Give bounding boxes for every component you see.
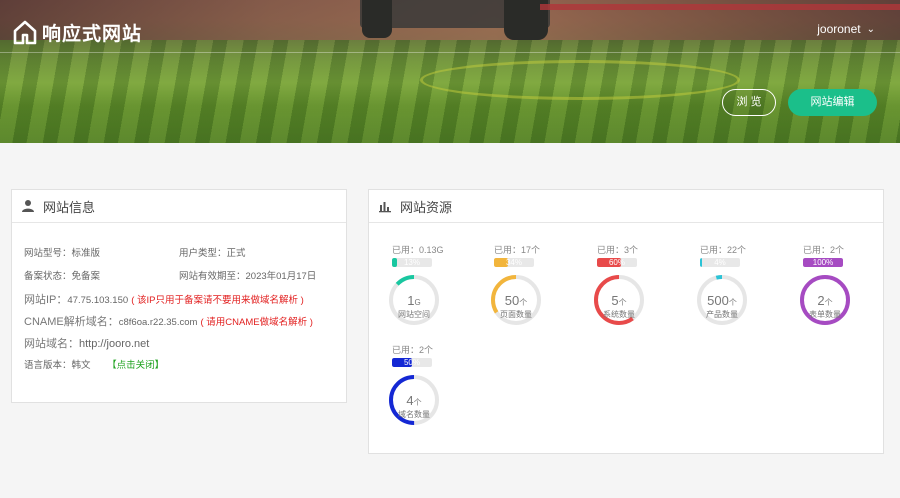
hero-banner: 响应式网站 jooronet ⌄ 浏 览 网站编辑 (0, 0, 900, 143)
resource-percent-text: 100% (812, 258, 834, 267)
resource-total-unit: G (414, 298, 421, 307)
site-type-label: 网站型号： (24, 248, 72, 259)
resource-item: 已用：3个 60% 5个 系统数量 (594, 243, 677, 343)
resource-progress-bar: 50% (392, 358, 432, 367)
domain-label: 网站域名： (24, 338, 79, 350)
resource-total-value: 5个 (592, 294, 646, 310)
banner-sprayer-boom (540, 4, 900, 10)
resource-label: 页面数量 (500, 310, 532, 319)
ip-label: 网站IP： (24, 294, 68, 306)
banner-tractor-wheel (362, 0, 392, 38)
ip-row: 网站IP：47.75.103.150 ( 该IP只用于备案请不要用来做域名解析 … (24, 291, 304, 307)
resource-total-unit: 个 (519, 298, 528, 307)
user-type-label: 用户类型： (179, 248, 227, 259)
icp-row: 备案状态：免备案 (24, 268, 100, 282)
resource-total-value: 500个 (695, 294, 749, 310)
site-resources-panel: 网站资源 已用：0.13G 13% 1G 网站空间 已用：17个 34% 50个 页面数量 已用… (368, 189, 884, 454)
ip-value: 47.75.103.150 (67, 295, 129, 306)
resource-used-text: 已用：2个 (803, 245, 845, 255)
resource-total-unit: 个 (824, 298, 833, 307)
domain-row: 网站域名：http://jooro.net (24, 335, 149, 351)
expire-value: 2023年01月17日 (245, 271, 317, 282)
resource-total-value: 4个 (387, 394, 441, 410)
resource-progress-bar: 13% (392, 258, 432, 267)
user-type-row: 用户类型：正式 (179, 245, 246, 259)
resource-percent-text: 34% (505, 258, 522, 267)
cname-row: CNAME解析域名：c8f6oa.r22.35.com ( 请用CNAME做域名… (24, 313, 313, 329)
cname-label: CNAME解析域名： (24, 316, 119, 328)
resource-used-text: 已用：0.13G (392, 245, 444, 255)
resource-used-text: 已用：17个 (494, 245, 541, 255)
user-name: jooronet (817, 22, 861, 36)
resource-total-number: 2 (817, 293, 825, 308)
resource-total-number: 50 (504, 293, 520, 308)
site-logo[interactable]: 响应式网站 (12, 18, 142, 46)
resource-item: 已用：2个 100% 2个 表单数量 (800, 243, 883, 343)
ip-note: ( 该IP只用于备案请不要用来做域名解析 ) (131, 295, 304, 306)
resource-total-unit: 个 (413, 398, 422, 407)
header-divider (0, 52, 900, 53)
language-label: 语言版本： (24, 360, 72, 371)
domain-value[interactable]: http://jooro.net (79, 338, 149, 350)
resource-label: 域名数量 (398, 410, 430, 419)
resource-progress-bar: 4% (700, 258, 740, 267)
resource-percent-text: 4% (714, 258, 726, 267)
cname-note: ( 请用CNAME做域名解析 ) (200, 317, 313, 328)
site-info-panel: 网站信息 网站型号：标准版 用户类型：正式 备案状态：免备案 网站有效期至：20… (11, 189, 347, 403)
resource-total-number: 500 (707, 293, 729, 308)
resource-percent-text: 60% (608, 258, 625, 267)
user-type-value: 正式 (226, 248, 246, 259)
language-close-link[interactable]: 【点击关闭】 (107, 360, 164, 371)
resource-percent-text: 13% (403, 258, 420, 267)
logo-text: 响应式网站 (42, 23, 143, 45)
cname-value: c8f6oa.r22.35.com (118, 317, 198, 328)
resource-label: 系统数量 (603, 310, 635, 319)
expire-row: 网站有效期至：2023年01月17日 (179, 268, 316, 282)
resource-total-value: 2个 (798, 294, 852, 310)
resource-used-text: 已用：3个 (597, 245, 639, 255)
resource-total-value: 50个 (489, 294, 543, 310)
resource-item: 已用：17个 34% 50个 页面数量 (491, 243, 574, 343)
icp-label: 备案状态： (24, 271, 72, 282)
edit-site-button[interactable]: 网站编辑 (788, 89, 877, 116)
site-type-value: 标准版 (71, 248, 101, 259)
expire-label: 网站有效期至： (179, 271, 246, 282)
resource-progress-bar: 60% (597, 258, 637, 267)
resource-total-unit: 个 (618, 298, 627, 307)
browse-button[interactable]: 浏 览 (722, 89, 776, 116)
banner-track (420, 60, 740, 100)
site-info-header: 网站信息 (12, 190, 346, 223)
resource-item: 已用：0.13G 13% 1G 网站空间 (389, 243, 472, 343)
resource-used-text: 已用：22个 (700, 245, 747, 255)
resource-progress-bar: 34% (494, 258, 534, 267)
resource-progress-bar: 100% (803, 258, 843, 267)
resource-total-number: 1 (407, 293, 415, 308)
resource-total-value: 1G (387, 294, 441, 310)
resource-item: 已用：2个 50% 4个 域名数量 (389, 343, 472, 443)
resource-label: 网站空间 (398, 310, 430, 319)
site-info-title: 网站信息 (43, 199, 96, 215)
site-resources-header: 网站资源 (369, 190, 883, 223)
language-row: 语言版本：韩文 【点击关闭】 (24, 357, 164, 371)
icp-value: 免备案 (71, 271, 101, 282)
resource-total-number: 5 (611, 293, 619, 308)
resource-label: 产品数量 (706, 310, 738, 319)
resource-used-text: 已用：2个 (392, 345, 434, 355)
resource-total-unit: 个 (728, 298, 737, 307)
user-menu[interactable]: jooronet ⌄ (817, 22, 875, 36)
resource-percent-text: 50% (403, 358, 420, 367)
language-value: 韩文 (71, 360, 91, 371)
site-type-row: 网站型号：标准版 (24, 245, 100, 259)
resource-item: 已用：22个 4% 500个 产品数量 (697, 243, 780, 343)
site-resources-title: 网站资源 (400, 199, 453, 215)
user-icon (22, 200, 34, 212)
home-logo-icon (13, 20, 37, 45)
resource-total-number: 4 (406, 393, 414, 408)
chevron-down-icon: ⌄ (866, 23, 875, 35)
resource-label: 表单数量 (809, 310, 841, 319)
bar-chart-icon (379, 202, 391, 213)
